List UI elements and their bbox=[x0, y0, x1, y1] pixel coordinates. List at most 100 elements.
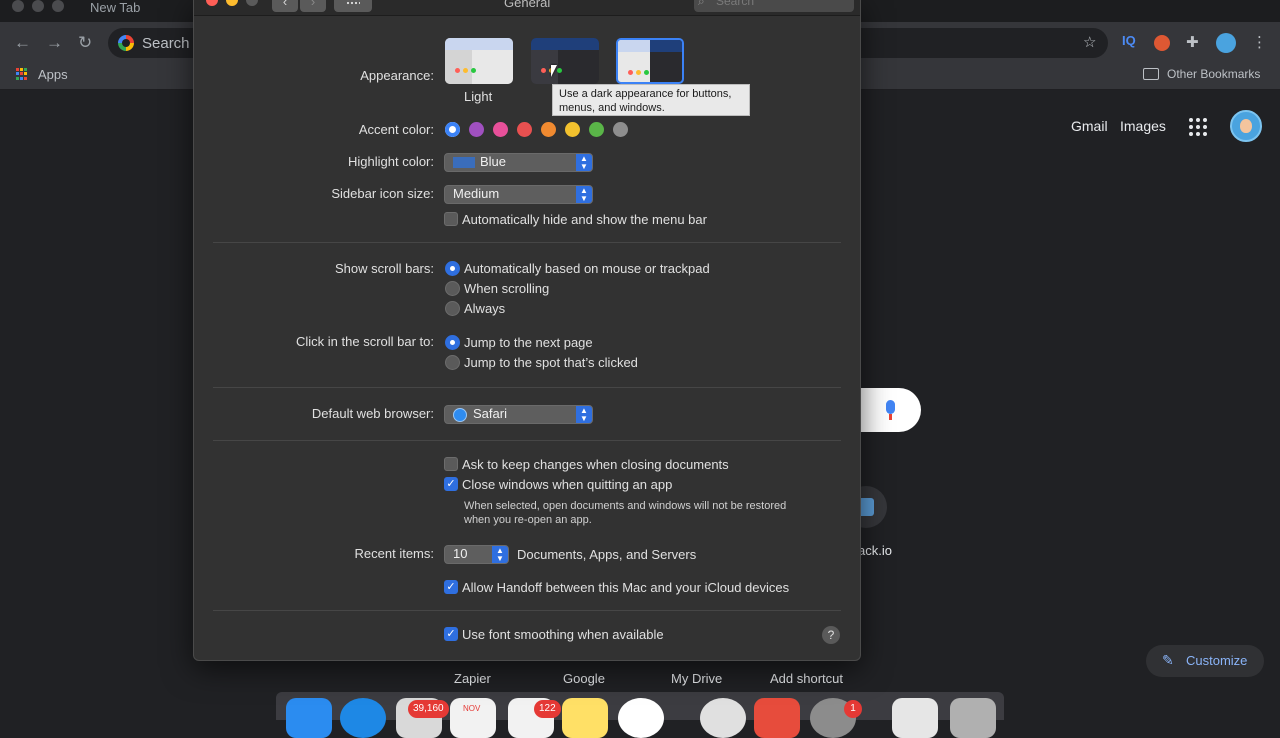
shortcut-zapier[interactable]: Zapier bbox=[454, 671, 491, 686]
chrome-icon[interactable] bbox=[700, 698, 746, 738]
scroll-bars-always-radio[interactable] bbox=[445, 301, 460, 316]
sidebar-icon-size-label: Sidebar icon size: bbox=[331, 186, 434, 201]
highlight-color-value[interactable]: Blue bbox=[480, 154, 506, 169]
accent-pink[interactable] bbox=[493, 122, 508, 137]
ask-keep-changes-checkbox[interactable] bbox=[444, 457, 458, 471]
system-preferences-badge: 1 bbox=[844, 700, 862, 718]
trash-icon[interactable] bbox=[950, 698, 996, 738]
popup-arrows-icon: ▲ ▼ bbox=[576, 186, 592, 203]
font-smoothing-label[interactable]: Use font smoothing when available bbox=[462, 627, 664, 642]
click-spot-label[interactable]: Jump to the spot that’s clicked bbox=[464, 355, 638, 370]
auto-hide-menu-bar-checkbox[interactable] bbox=[444, 212, 458, 226]
appearance-light-option[interactable] bbox=[445, 38, 513, 84]
safari-icon[interactable] bbox=[340, 698, 386, 738]
accent-yellow[interactable] bbox=[565, 122, 580, 137]
document-icon[interactable] bbox=[892, 698, 938, 738]
duckduckgo-icon[interactable] bbox=[1154, 35, 1170, 51]
close-windows-label[interactable]: Close windows when quitting an app bbox=[462, 477, 672, 492]
star-icon[interactable]: ☆ bbox=[1083, 33, 1096, 51]
highlight-color-popup[interactable]: ▲ ▼ bbox=[444, 153, 593, 172]
forward-button[interactable]: › bbox=[300, 0, 326, 12]
mail-badge: 39,160 bbox=[408, 700, 449, 718]
show-all-button[interactable] bbox=[334, 0, 372, 12]
pencil-icon: ✎ bbox=[1162, 652, 1174, 668]
ask-keep-changes-label[interactable]: Ask to keep changes when closing documen… bbox=[462, 457, 729, 472]
click-next-page-radio[interactable] bbox=[445, 335, 460, 350]
forward-icon[interactable]: → bbox=[46, 33, 63, 53]
back-icon[interactable]: ← bbox=[14, 33, 31, 53]
reminders-badge: 122 bbox=[534, 700, 561, 718]
scroll-bars-scrolling-radio[interactable] bbox=[445, 281, 460, 296]
apps-icon[interactable] bbox=[16, 68, 28, 80]
appearance-light-label[interactable]: Light bbox=[464, 89, 492, 104]
appearance-tooltip: Use a dark appearance for buttons, menus… bbox=[552, 84, 750, 116]
sidebar-icon-size-value[interactable]: Medium bbox=[453, 186, 499, 201]
default-browser-value[interactable]: Safari bbox=[473, 406, 507, 421]
help-button[interactable]: ? bbox=[822, 626, 840, 644]
accent-red[interactable] bbox=[517, 122, 532, 137]
profile-avatar[interactable] bbox=[1216, 33, 1236, 53]
zoom-icon[interactable] bbox=[52, 0, 64, 12]
window-title: General bbox=[504, 0, 551, 10]
divider bbox=[213, 440, 841, 441]
shortcut-add[interactable]: Add shortcut bbox=[770, 671, 843, 686]
zoom-icon[interactable] bbox=[246, 0, 258, 6]
tab-new-tab[interactable]: New Tab bbox=[90, 0, 140, 15]
search-icon: ⌕ bbox=[698, 0, 705, 8]
minimize-icon[interactable] bbox=[226, 0, 238, 6]
highlight-swatch bbox=[453, 157, 475, 168]
extensions-icon[interactable]: ✚ bbox=[1186, 33, 1199, 51]
scroll-bars-auto-label[interactable]: Automatically based on mouse or trackpad bbox=[464, 261, 710, 276]
shortcut-google[interactable]: Google bbox=[563, 671, 605, 686]
accent-purple[interactable] bbox=[469, 122, 484, 137]
font-smoothing-checkbox[interactable]: ✓ bbox=[444, 627, 458, 641]
other-bookmarks[interactable]: Other Bookmarks bbox=[1167, 67, 1260, 81]
extension-iq-icon[interactable]: IQ bbox=[1122, 33, 1136, 48]
shortcut-my-drive[interactable]: My Drive bbox=[671, 671, 722, 686]
close-icon[interactable] bbox=[206, 0, 218, 6]
appearance-label: Appearance: bbox=[360, 68, 434, 83]
default-browser-label: Default web browser: bbox=[311, 406, 434, 421]
click-next-page-label[interactable]: Jump to the next page bbox=[464, 335, 593, 350]
menu-icon[interactable]: ⋮ bbox=[1252, 33, 1267, 51]
accent-green[interactable] bbox=[589, 122, 604, 137]
close-windows-checkbox[interactable]: ✓ bbox=[444, 477, 458, 491]
appearance-auto-option[interactable] bbox=[616, 38, 684, 84]
back-button[interactable]: ‹ bbox=[272, 0, 298, 12]
minimize-icon[interactable] bbox=[32, 0, 44, 12]
account-avatar[interactable] bbox=[1230, 110, 1262, 142]
handoff-checkbox[interactable]: ✓ bbox=[444, 580, 458, 594]
close-icon[interactable] bbox=[12, 0, 24, 12]
accent-orange[interactable] bbox=[541, 122, 556, 137]
folder-icon bbox=[1143, 68, 1159, 80]
close-windows-note-line1: When selected, open documents and window… bbox=[464, 500, 787, 512]
recent-items-value[interactable]: 10 bbox=[453, 546, 467, 561]
finder-icon[interactable] bbox=[286, 698, 332, 738]
notes-icon[interactable] bbox=[562, 698, 608, 738]
accent-blue[interactable] bbox=[445, 122, 460, 137]
microphone-icon[interactable] bbox=[886, 400, 895, 420]
handoff-label[interactable]: Allow Handoff between this Mac and your … bbox=[462, 580, 789, 595]
app-icon[interactable] bbox=[754, 698, 800, 738]
google-icon bbox=[118, 35, 134, 51]
show-scroll-bars-label: Show scroll bars: bbox=[335, 261, 434, 276]
customize-label[interactable]: Customize bbox=[1186, 653, 1247, 668]
shortcut-label[interactable]: ack.io bbox=[858, 543, 892, 558]
appearance-dark-option[interactable] bbox=[531, 38, 599, 84]
auto-hide-menu-bar-label[interactable]: Automatically hide and show the menu bar bbox=[462, 212, 707, 227]
default-browser-popup[interactable]: ▲ ▼ bbox=[444, 405, 593, 424]
scroll-bars-auto-radio[interactable] bbox=[445, 261, 460, 276]
scroll-bars-always-label[interactable]: Always bbox=[464, 301, 505, 316]
grid-icon bbox=[346, 0, 360, 5]
bookmark-apps[interactable]: Apps bbox=[38, 67, 68, 82]
omnibox-placeholder[interactable]: Search bbox=[142, 35, 190, 52]
google-apps-icon[interactable] bbox=[1189, 118, 1207, 136]
gmail-link[interactable]: Gmail bbox=[1071, 118, 1108, 134]
images-link[interactable]: Images bbox=[1120, 118, 1166, 134]
slack-icon[interactable] bbox=[618, 698, 664, 738]
accent-graphite[interactable] bbox=[613, 122, 628, 137]
tooltip-line2: menus, and windows. bbox=[559, 102, 665, 114]
click-spot-radio[interactable] bbox=[445, 355, 460, 370]
reload-icon[interactable]: ↻ bbox=[78, 33, 92, 53]
scroll-bars-scrolling-label[interactable]: When scrolling bbox=[464, 281, 549, 296]
